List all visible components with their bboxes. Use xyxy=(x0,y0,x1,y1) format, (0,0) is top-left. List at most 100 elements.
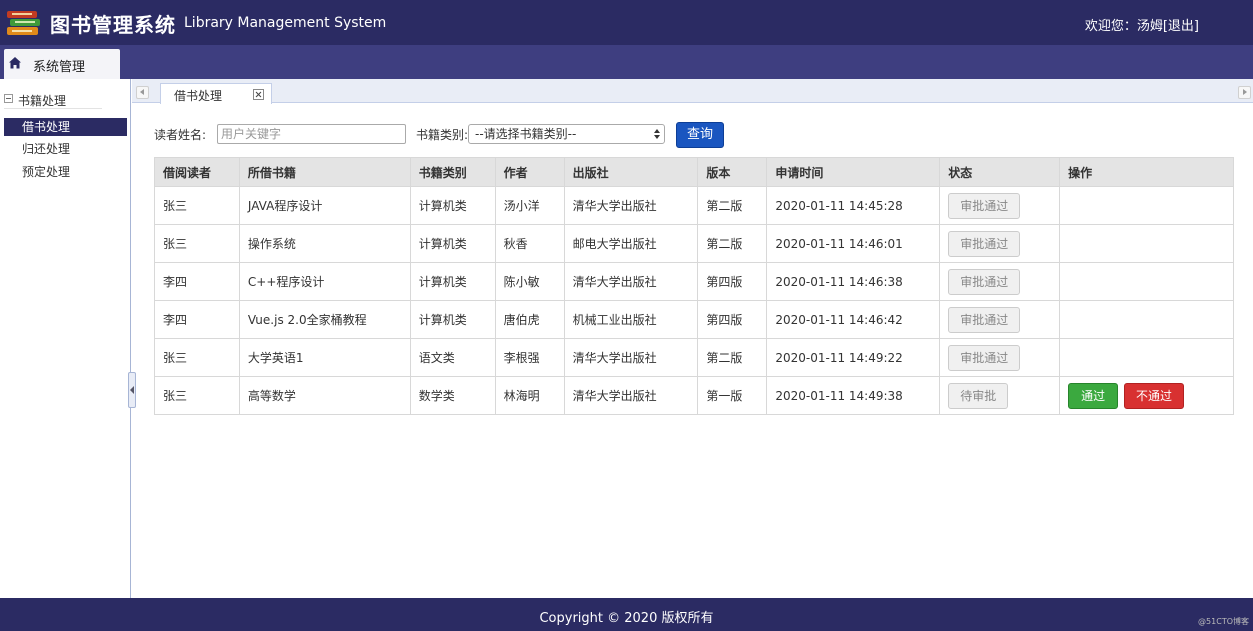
col-header-book: 所借书籍 xyxy=(238,157,411,187)
cell-status: 审批通过 xyxy=(939,338,1061,377)
cell-book: JAVA程序设计 xyxy=(238,186,411,225)
cell-publisher: 清华大学出版社 xyxy=(563,376,699,415)
cell-edition: 第一版 xyxy=(697,376,768,415)
cell-time: 2020-01-11 14:49:22 xyxy=(766,338,941,377)
cell-edition: 第二版 xyxy=(697,338,768,377)
col-header-publisher: 出版社 xyxy=(563,157,699,187)
sidebar-item-borrow[interactable]: 借书处理 xyxy=(4,118,127,136)
close-icon[interactable] xyxy=(253,89,264,100)
col-header-author: 作者 xyxy=(494,157,565,187)
cell-reader: 张三 xyxy=(154,338,240,377)
cell-publisher: 清华大学出版社 xyxy=(563,186,699,225)
cell-category: 计算机类 xyxy=(409,186,496,225)
tab-borrow[interactable]: 借书处理 xyxy=(160,83,272,104)
cell-edition: 第四版 xyxy=(697,262,768,301)
reject-button[interactable]: 不通过 xyxy=(1123,382,1184,409)
sidebar-collapse-handle[interactable] xyxy=(128,372,136,408)
borrow-table: 借阅读者 所借书籍 书籍类别 作者 出版社 版本 申请时间 状态 操作 张三 J… xyxy=(154,157,1234,415)
books-logo-icon xyxy=(7,11,40,35)
status-button: 审批通过 xyxy=(948,306,1021,333)
tab-label: 借书处理 xyxy=(174,89,223,103)
cell-time: 2020-01-11 14:45:28 xyxy=(766,186,941,225)
category-select[interactable]: --请选择书籍类别-- xyxy=(468,124,665,144)
copyright-text: Copyright © 2020 版权所有 xyxy=(539,611,714,626)
tab-scroll-left-icon[interactable] xyxy=(136,86,149,99)
table-row: 李四 Vue.js 2.0全家桶教程 计算机类 唐伯虎 机械工业出版社 第四版 … xyxy=(154,300,1234,339)
table-row: 李四 C++程序设计 计算机类 陈小敏 清华大学出版社 第四版 2020-01-… xyxy=(154,262,1234,301)
cell-reader: 张三 xyxy=(154,224,240,263)
app-header: 图书管理系统 Library Management System 欢迎您：汤姆[… xyxy=(0,0,1253,45)
app-subtitle: Library Management System xyxy=(184,15,387,31)
tab-scroll-right-icon[interactable] xyxy=(1238,86,1251,99)
cell-time: 2020-01-11 14:46:38 xyxy=(766,262,941,301)
table-header-row: 借阅读者 所借书籍 书籍类别 作者 出版社 版本 申请时间 状态 操作 xyxy=(154,157,1234,187)
cell-book: 大学英语1 xyxy=(238,338,411,377)
cell-status: 审批通过 xyxy=(939,262,1061,301)
logout-link[interactable]: [退出] xyxy=(1163,19,1199,34)
cell-author: 李根强 xyxy=(494,338,565,377)
page-footer: Copyright © 2020 版权所有 @51CTO博客 xyxy=(0,598,1253,631)
tab-strip: 借书处理 xyxy=(132,79,1253,104)
cell-status: 审批通过 xyxy=(939,186,1061,225)
col-header-status: 状态 xyxy=(939,157,1061,187)
home-icon xyxy=(9,57,21,69)
table-row: 张三 操作系统 计算机类 秋香 邮电大学出版社 第二版 2020-01-11 1… xyxy=(154,224,1234,263)
approve-button[interactable]: 通过 xyxy=(1068,382,1119,409)
cell-category: 计算机类 xyxy=(409,300,496,339)
cell-edition: 第二版 xyxy=(697,224,768,263)
category-label: 书籍类别: xyxy=(416,128,469,142)
status-button: 审批通过 xyxy=(948,344,1021,371)
cell-book: C++程序设计 xyxy=(238,262,411,301)
col-header-reader: 借阅读者 xyxy=(154,157,240,187)
cell-author: 陈小敏 xyxy=(494,262,565,301)
sidebar-section-label: 书籍处理 xyxy=(18,94,67,108)
col-header-category: 书籍类别 xyxy=(409,157,496,187)
cell-reader: 张三 xyxy=(154,186,240,225)
status-button: 审批通过 xyxy=(948,192,1021,219)
table-row: 张三 大学英语1 语文类 李根强 清华大学出版社 第二版 2020-01-11 … xyxy=(154,338,1234,377)
collapse-icon[interactable] xyxy=(4,94,13,103)
sidebar-item-reserve[interactable]: 预定处理 xyxy=(4,163,127,181)
category-select-value: --请选择书籍类别-- xyxy=(475,127,577,141)
cell-edition: 第四版 xyxy=(697,300,768,339)
col-header-edition: 版本 xyxy=(697,157,768,187)
cell-edition: 第二版 xyxy=(697,186,768,225)
cell-publisher: 邮电大学出版社 xyxy=(563,224,699,263)
cell-reader: 李四 xyxy=(154,300,240,339)
cell-book: 操作系统 xyxy=(238,224,411,263)
cell-time: 2020-01-11 14:46:42 xyxy=(766,300,941,339)
app-title: 图书管理系统 xyxy=(50,13,176,37)
status-button: 审批通过 xyxy=(948,268,1021,295)
status-button: 待审批 xyxy=(948,382,1009,409)
query-button[interactable]: 查询 xyxy=(676,122,724,148)
watermark: @51CTO博客 xyxy=(1198,617,1249,626)
sidebar-section-books[interactable]: 书籍处理 xyxy=(4,91,102,109)
cell-category: 计算机类 xyxy=(409,262,496,301)
cell-author: 林海明 xyxy=(494,376,565,415)
sidebar: 书籍处理 借书处理 归还处理 预定处理 xyxy=(0,79,131,598)
top-nav: 系统管理 xyxy=(0,45,1253,79)
cell-time: 2020-01-11 14:46:01 xyxy=(766,224,941,263)
cell-actions: 通过 不通过 xyxy=(1059,376,1234,415)
cell-status: 审批通过 xyxy=(939,224,1061,263)
nav-tab-label: 系统管理 xyxy=(33,60,86,75)
table-row: 张三 高等数学 数学类 林海明 清华大学出版社 第一版 2020-01-11 1… xyxy=(154,376,1234,415)
status-button: 审批通过 xyxy=(948,230,1021,257)
col-header-time: 申请时间 xyxy=(766,157,941,187)
cell-actions xyxy=(1059,186,1234,225)
sidebar-item-return[interactable]: 归还处理 xyxy=(4,140,127,158)
cell-book: Vue.js 2.0全家桶教程 xyxy=(238,300,411,339)
cell-status: 审批通过 xyxy=(939,300,1061,339)
select-arrows-icon xyxy=(653,127,661,141)
cell-actions xyxy=(1059,262,1234,301)
col-header-actions: 操作 xyxy=(1059,157,1234,187)
cell-category: 语文类 xyxy=(409,338,496,377)
cell-author: 唐伯虎 xyxy=(494,300,565,339)
cell-publisher: 机械工业出版社 xyxy=(563,300,699,339)
nav-tab-system[interactable]: 系统管理 xyxy=(4,49,120,79)
cell-category: 计算机类 xyxy=(409,224,496,263)
cell-publisher: 清华大学出版社 xyxy=(563,338,699,377)
user-welcome: 欢迎您：汤姆[退出] xyxy=(1085,15,1199,34)
reader-search-input[interactable] xyxy=(217,124,406,144)
cell-author: 秋香 xyxy=(494,224,565,263)
